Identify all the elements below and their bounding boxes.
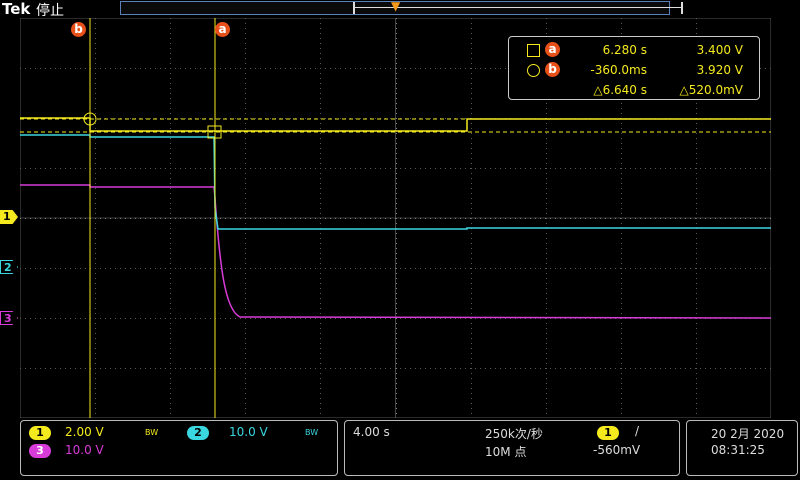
- cursor-a-readout-badge: a: [545, 42, 560, 57]
- ch1-chip[interactable]: 1: [29, 426, 51, 440]
- ch1-scale: 2.00 V: [65, 425, 104, 439]
- trigger-level: -560mV: [593, 443, 641, 457]
- trigger-source-chip[interactable]: 1: [597, 426, 619, 440]
- channel-settings-panel[interactable]: 1 2.00 V BW 2 10.0 V BW 3 10.0 V: [20, 420, 338, 476]
- record-length: 10M 点: [485, 445, 527, 459]
- trigger-position-arrow-icon: ▼: [391, 0, 401, 13]
- cursor-delta-readout-row: △6.640 s △520.0mV: [509, 82, 759, 100]
- cursor-b-readout-badge: b: [545, 62, 560, 77]
- ch2-ground-marker[interactable]: 2: [0, 260, 18, 274]
- record-view-window[interactable]: [353, 2, 683, 14]
- ch2-scale: 10.0 V: [229, 425, 268, 439]
- trigger-slope-rising-icon: /: [635, 424, 640, 438]
- cursor-readout-panel: a 6.280 s 3.400 V b -360.0ms 3.920 V △6.…: [508, 36, 760, 100]
- cursor-b-value: 3.920 V: [696, 63, 743, 77]
- timebase-scale: 4.00 s: [353, 425, 390, 439]
- current-time: 08:31:25: [711, 443, 765, 457]
- ch3-scale: 10.0 V: [65, 443, 104, 457]
- cursor-b-time: -360.0ms: [590, 63, 647, 77]
- sample-rate: 250k次/秒: [485, 427, 543, 441]
- ch2-chip[interactable]: 2: [187, 426, 209, 440]
- cursor-a-readout-row: a 6.280 s 3.400 V: [509, 42, 759, 60]
- cursor-a-time: 6.280 s: [602, 43, 647, 57]
- current-date: 20 2月 2020: [711, 427, 785, 441]
- ch1-bw-limit-icon: BW: [145, 428, 159, 437]
- cursor-b-readout-row: b -360.0ms 3.920 V: [509, 62, 759, 80]
- ch2-bw-limit-icon: BW: [305, 428, 319, 437]
- acquisition-status: 停止: [36, 3, 64, 19]
- circle-icon: [527, 64, 540, 77]
- cursor-a-badge[interactable]: a: [215, 22, 230, 37]
- ch3-ground-marker[interactable]: 3: [0, 311, 18, 325]
- square-icon: [527, 44, 540, 57]
- bottom-settings-bar: 1 2.00 V BW 2 10.0 V BW 3 10.0 V 4.00 s …: [0, 418, 800, 480]
- cursor-a-value: 3.400 V: [696, 43, 743, 57]
- cursor-delta-value: △520.0mV: [679, 83, 743, 97]
- timebase-trigger-panel[interactable]: 4.00 s 250k次/秒 10M 点 1 / -560mV: [344, 420, 680, 476]
- cursor-b-badge[interactable]: b: [71, 22, 86, 37]
- cursor-delta-time: △6.640 s: [593, 83, 647, 97]
- ch3-chip[interactable]: 3: [29, 444, 51, 458]
- date-time-panel: 20 2月 2020 08:31:25: [686, 420, 798, 476]
- ch1-ground-marker[interactable]: 1: [0, 210, 18, 224]
- top-status-bar: Tek 停止 ▼: [0, 0, 800, 19]
- brand-logo: Tek: [2, 0, 31, 18]
